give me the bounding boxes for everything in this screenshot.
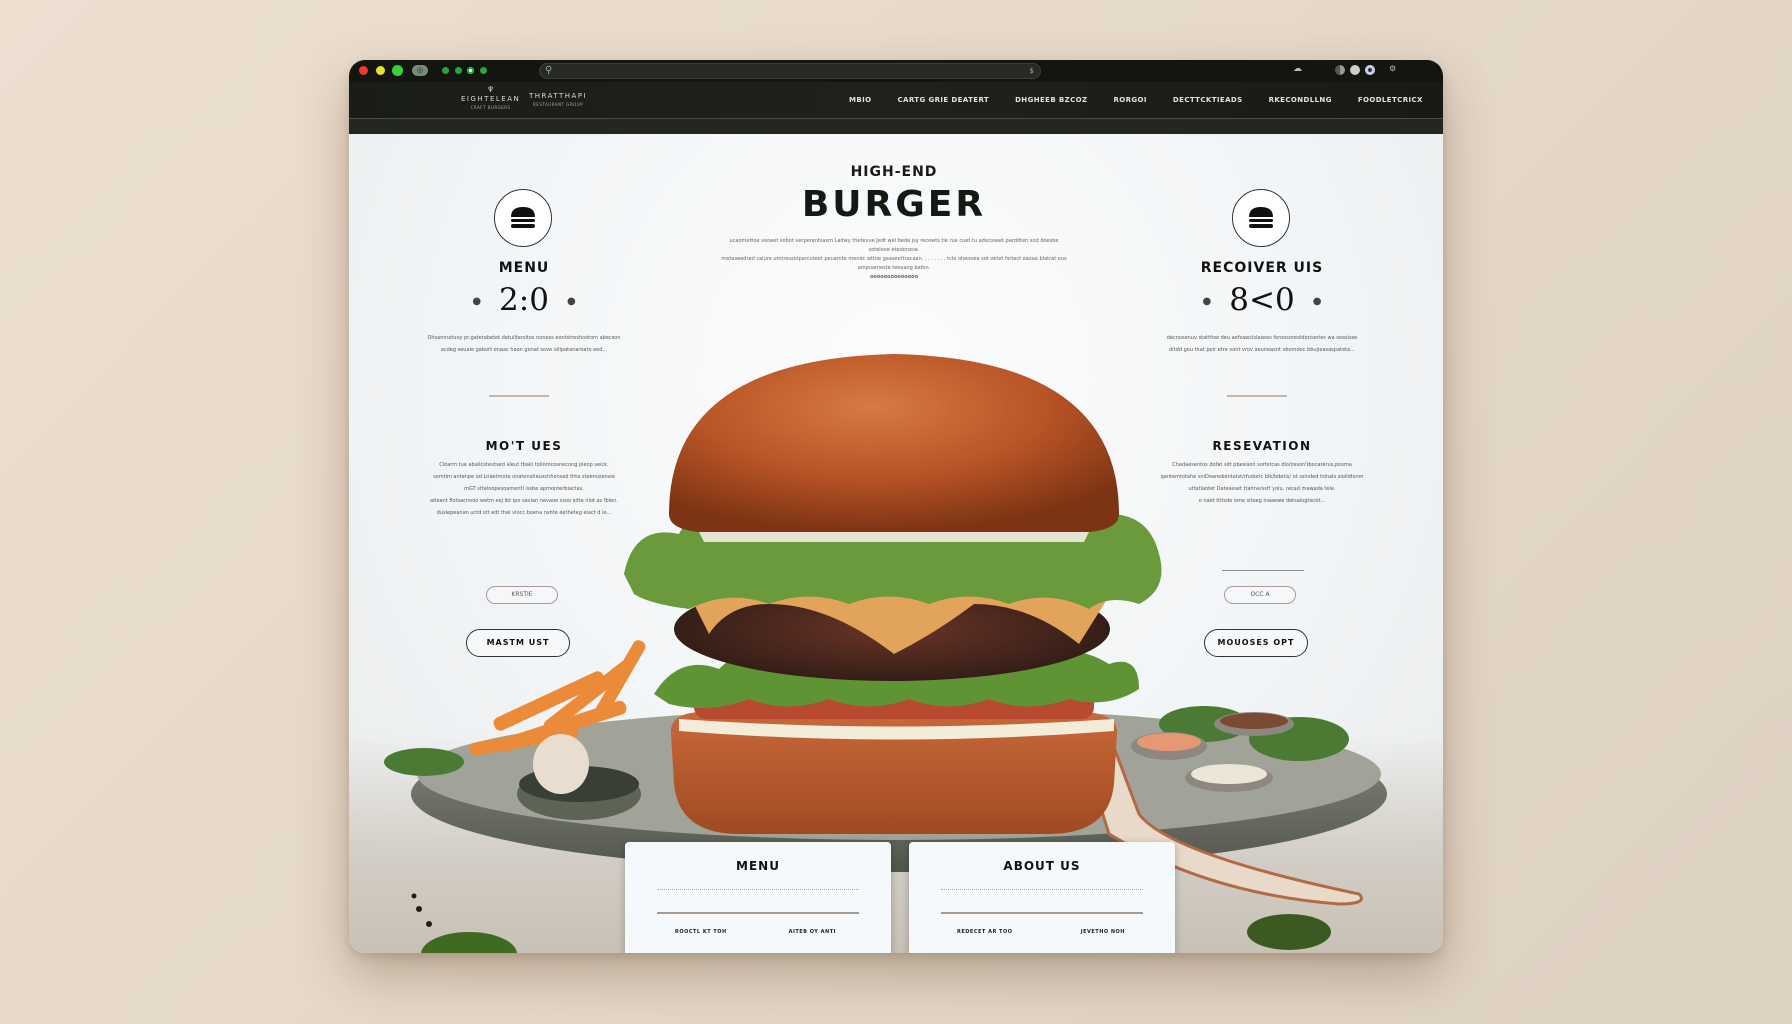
logo-name: EIGHTELEAN — [461, 95, 521, 103]
hero-subtitle: HIGH-END — [850, 164, 938, 180]
nav-link[interactable]: MBIO — [849, 96, 871, 104]
divider — [489, 395, 549, 397]
blurb-line: acdeg seuale gabort onaac haon gonat sov… — [440, 347, 608, 353]
body-line: mGT stteloopesoamentl issbe apmonterbiac… — [464, 486, 584, 492]
nav-link[interactable]: DECTTCKTIEADS — [1173, 96, 1243, 104]
divider — [1222, 570, 1304, 571]
reservation-body: Chadaesentos dofat sdt pbesison sortstca… — [1160, 459, 1364, 507]
recover-title: RECOIVER UIS — [1200, 260, 1324, 276]
hero-description: ucaomettoe veoeet sobot verperentsasm La… — [719, 237, 1069, 282]
burger-icon-badge — [494, 189, 552, 247]
hero-text-line: oooooooooooooo — [869, 274, 919, 280]
bun-top — [669, 354, 1119, 532]
tag-pill[interactable]: OCC A — [1224, 586, 1296, 604]
maximize-window-button[interactable] — [392, 65, 403, 76]
time-value: 2:0 — [499, 282, 549, 318]
body-line: duslepeanan uctd stt edt thei vlocc boen… — [436, 510, 612, 516]
card-title: MENU — [736, 859, 780, 873]
nav-link[interactable]: CARTG GRIE DEATERT — [897, 96, 989, 104]
hero-text-line: ucaomettoe veoeet sobot verperentsasm La… — [729, 238, 1059, 253]
card-title: ABOUT US — [1003, 859, 1081, 873]
burger-icon — [1249, 207, 1273, 228]
reservation-button[interactable]: MOUOSES OPT — [1204, 629, 1308, 657]
dot-icon: ● — [566, 296, 576, 307]
burger-icon — [511, 207, 535, 228]
menu-title: MENU — [498, 260, 550, 276]
hero-text-line: metaxeedrad calure umtressotparcuteet pe… — [721, 256, 1067, 271]
profile-icon[interactable] — [1350, 65, 1360, 75]
body-line: qantemtotahe sniDoaredientalvt/rfudoric … — [1160, 474, 1364, 480]
card-link[interactable]: AITEB OY ANTI — [789, 929, 836, 935]
search-icon: ⚲ — [545, 65, 553, 76]
body-line: Cloarm tue abalicsteutsed aleut tbaki to… — [439, 462, 609, 468]
menu-card[interactable]: MENU ROOCTL KT TOH AITEB OY ANTI — [625, 842, 891, 953]
hours-blurb: decnosenuv stattfow deu aefsawclslasees … — [1160, 332, 1364, 356]
time-value: 8<0 — [1229, 282, 1295, 318]
dot-icon: ● — [472, 296, 482, 307]
blurb-line: ditdd gou that peir etre vont vrov aeune… — [1169, 347, 1355, 353]
pickle-left — [421, 932, 517, 953]
site-nav: ♆ EIGHTELEAN CRAFT BURGERS THRATTHAPI RE… — [349, 82, 1443, 118]
nav-link[interactable]: DHGHEEB BZCOZ — [1015, 96, 1087, 104]
body-line: somtim antenpe od Lnaetmote onatonstleus… — [433, 474, 615, 480]
site-logo[interactable]: ♆ EIGHTELEAN CRAFT BURGERS — [461, 86, 520, 111]
nav-links: MBIO CARTG GRIE DEATERT DHGHEEB BZCOZ RO… — [849, 82, 1443, 118]
about-us-card[interactable]: ABOUT US REDECET AR TOO JEVETHO NOH — [909, 842, 1175, 953]
dotted-divider — [657, 889, 859, 890]
nav-link[interactable]: RORGOI — [1113, 96, 1146, 104]
logo-mark-icon: ♆ — [487, 85, 495, 94]
card-link[interactable]: REDECET AR TOO — [957, 929, 1012, 935]
tag-pill[interactable]: KRSTIE — [486, 586, 558, 604]
brand-name: THRATTHAPI — [529, 92, 588, 100]
page-content: HIGH-END BURGER ucaomettoe veoeet sobot … — [349, 134, 1443, 953]
divider — [657, 912, 859, 914]
nav-link[interactable]: FOODLETCRICX — [1358, 96, 1423, 104]
close-window-button[interactable] — [359, 66, 368, 75]
browser-window: ◎ ⚲ $ ☁ ⚙ ♆ EIGHTELEAN CRAFT BURGERS THR… — [349, 60, 1443, 953]
body-line: atleant flotsacnooo wetm eej lbt ipo sav… — [430, 498, 618, 504]
blurb-line: decnosenuv stattfow deu aefsawclslasees … — [1166, 335, 1358, 341]
secondary-brand[interactable]: THRATTHAPI RESTAURANT GROUP — [529, 91, 587, 108]
tab-dot-icon[interactable] — [442, 67, 449, 74]
logo-tagline: CRAFT BURGERS — [470, 105, 511, 110]
divider — [1227, 395, 1287, 397]
card-link[interactable]: JEVETHO NOH — [1081, 929, 1125, 935]
pickle-right — [1247, 914, 1331, 950]
dot-icon: ● — [1312, 296, 1322, 307]
body-line: Chadaesentos dofat sdt pbesison sortstca… — [1172, 462, 1352, 468]
blurb-line: Ohsamnatuoy pr.gaterabetet detulltersito… — [427, 335, 621, 341]
menu-time-display: ● 2:0 ● — [414, 282, 634, 318]
minimize-window-button[interactable] — [376, 66, 385, 75]
burger-icon-badge — [1232, 189, 1290, 247]
section-title: MO'T UES — [485, 439, 563, 453]
divider — [941, 912, 1143, 914]
dot-icon[interactable] — [1365, 65, 1375, 75]
tab-dot-icon[interactable] — [455, 67, 462, 74]
primary-button[interactable]: MASTM UST — [466, 629, 570, 657]
body-line: o naet ttitsde ome sitoeg inaaewe detsal… — [1198, 498, 1326, 504]
address-end-glyph: $ — [1029, 67, 1034, 75]
extension-icon[interactable]: ⚙ — [1389, 64, 1396, 73]
address-bar[interactable]: ⚲ $ — [539, 63, 1041, 79]
nav-link[interactable]: RKECONDLLNG — [1269, 96, 1332, 104]
hero-title: BURGER — [801, 184, 987, 225]
menu-blurb: Ohsamnatuoy pr.gaterabetet detulltersito… — [422, 332, 626, 356]
title-bar: ◎ ⚲ $ ☁ ⚙ — [349, 60, 1443, 83]
dot-icon: ● — [1202, 296, 1212, 307]
toggle-icon[interactable] — [1335, 65, 1345, 75]
section-body: Cloarm tue abalicsteutsed aleut tbaki to… — [422, 459, 626, 519]
browser-badge-icon[interactable]: ◎ — [412, 65, 428, 76]
reservation-title: RESEVATION — [1212, 439, 1312, 453]
dotted-divider — [941, 889, 1143, 890]
cloud-icon[interactable]: ☁ — [1293, 64, 1302, 74]
body-line: uttatlaotet Dateseset ttanne/sstf yolu. … — [1188, 486, 1336, 492]
tab-dot-active-icon[interactable] — [467, 67, 474, 74]
garlic — [533, 734, 589, 794]
card-link[interactable]: ROOCTL KT TOH — [675, 929, 727, 935]
brand-tagline: RESTAURANT GROUP — [533, 102, 584, 107]
hours-time-display: ● 8<0 ● — [1152, 282, 1372, 318]
tab-dot-icon[interactable] — [480, 67, 487, 74]
